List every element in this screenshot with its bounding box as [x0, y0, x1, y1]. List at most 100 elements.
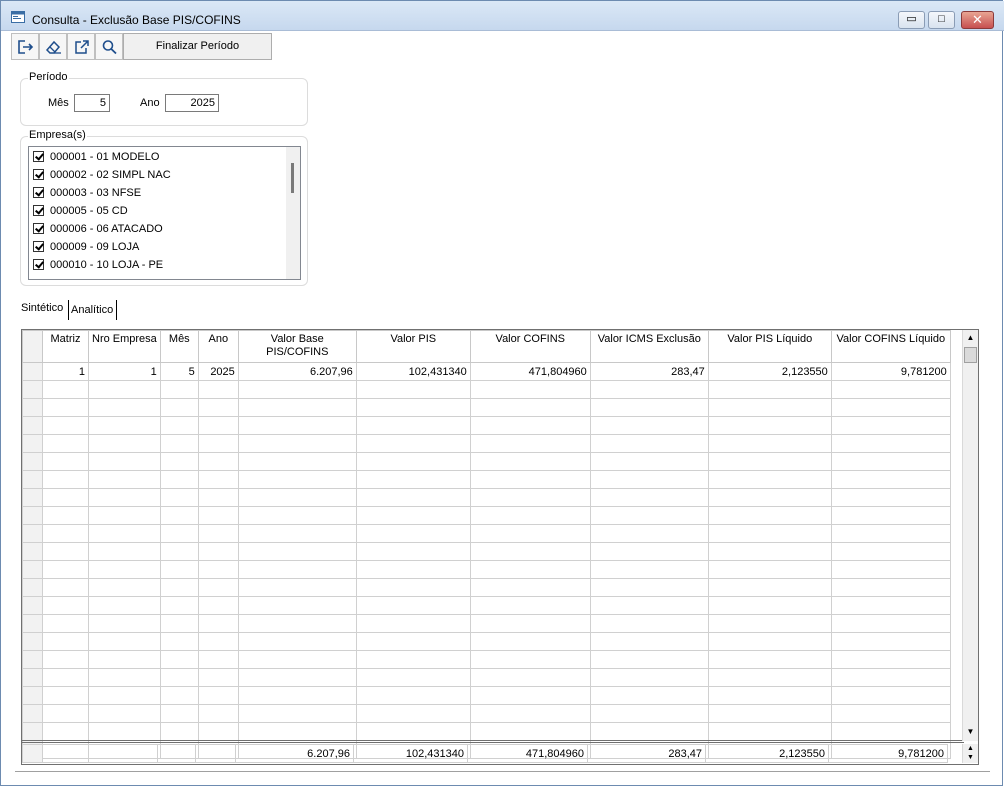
cell-valor-cofins[interactable]: 471,804960 — [469, 362, 591, 381]
scroll-up-icon[interactable]: ▲ — [963, 330, 978, 346]
cell-valor-cofins-liquido[interactable]: 9,781200 — [830, 362, 951, 381]
checkbox-checked-icon[interactable] — [33, 222, 44, 234]
empty-cell — [88, 380, 161, 399]
cell-valor-pis-liquido[interactable]: 2,123550 — [707, 362, 832, 381]
list-item[interactable]: 000009 - 09 LOJA — [33, 238, 139, 256]
exit-button[interactable] — [11, 33, 39, 60]
cell-valor-base[interactable]: 6.207,96 — [237, 362, 357, 381]
empty-cell — [355, 722, 471, 741]
empty-cell — [42, 524, 89, 543]
empty-cell — [707, 380, 832, 399]
checkbox-checked-icon[interactable] — [33, 168, 44, 180]
empty-row — [22, 416, 951, 435]
spin-down-icon[interactable]: ▼ — [963, 753, 978, 762]
empty-cell — [469, 398, 591, 417]
list-scrollbar[interactable] — [286, 147, 300, 279]
totals-spinner[interactable]: ▲ ▼ — [962, 744, 978, 763]
maximize-button[interactable]: □ — [928, 11, 955, 29]
cell-matriz[interactable]: 1 — [42, 362, 89, 381]
finalize-period-button[interactable]: Finalizar Período — [123, 33, 272, 60]
ano-field[interactable]: 2025 — [165, 94, 219, 112]
empty-cell — [237, 560, 357, 579]
header-valor-cofins-liquido[interactable]: Valor COFINS Líquido — [830, 330, 951, 363]
clear-button[interactable] — [39, 33, 67, 60]
checkbox-checked-icon[interactable] — [33, 186, 44, 198]
empty-cell — [159, 470, 199, 489]
empty-cell — [42, 470, 89, 489]
empty-row — [22, 560, 951, 579]
list-item[interactable]: 000003 - 03 NFSE — [33, 184, 141, 202]
header-mes[interactable]: Mês — [159, 330, 199, 363]
row-indicator[interactable] — [22, 362, 43, 381]
spin-up-icon[interactable]: ▲ — [963, 744, 978, 753]
tab-analitico[interactable]: Analítico — [68, 300, 117, 320]
empty-cell — [707, 398, 832, 417]
empty-cell — [830, 614, 951, 633]
header-nro-empresa[interactable]: Nro Empresa — [88, 330, 161, 363]
empty-cell — [830, 704, 951, 723]
table-row[interactable]: 1 1 5 2025 6.207,96 102,431340 471,80496… — [22, 362, 951, 381]
total-valor-cofins-liquido: 9,781200 — [828, 744, 948, 763]
list-item[interactable]: 000001 - 01 MODELO — [33, 148, 159, 166]
empty-cell — [355, 434, 471, 453]
total-valor-pis-liquido: 2,123550 — [705, 744, 829, 763]
empty-cell — [237, 614, 357, 633]
header-valor-pis-liquido[interactable]: Valor PIS Líquido — [707, 330, 832, 363]
header-valor-pis[interactable]: Valor PIS — [355, 330, 471, 363]
empty-cell — [707, 578, 832, 597]
empty-cell — [469, 632, 591, 651]
empty-cell — [159, 704, 199, 723]
empty-cell — [237, 704, 357, 723]
scroll-thumb[interactable] — [964, 347, 977, 363]
list-item-label: 000001 - 01 MODELO — [50, 151, 160, 163]
header-valor-icms-exclusao[interactable]: Valor ICMS Exclusão — [589, 330, 709, 363]
export-button[interactable] — [67, 33, 95, 60]
empty-cell — [589, 452, 709, 471]
checkbox-checked-icon[interactable] — [33, 150, 44, 162]
cell-nro-empresa[interactable]: 1 — [88, 362, 161, 381]
search-button[interactable] — [95, 33, 123, 60]
empty-cell — [469, 542, 591, 561]
row-indicator — [22, 722, 43, 741]
empty-cell — [88, 488, 161, 507]
results-grid[interactable]: Matriz Nro Empresa Mês Ano Valor Base PI… — [21, 329, 979, 765]
checkbox-checked-icon[interactable] — [33, 258, 44, 270]
header-valor-base[interactable]: Valor Base PIS/COFINS — [237, 330, 357, 363]
empty-cell — [830, 434, 951, 453]
row-indicator — [22, 452, 43, 471]
cell-valor-icms-exclusao[interactable]: 283,47 — [589, 362, 709, 381]
row-indicator — [22, 380, 43, 399]
empty-cell — [237, 578, 357, 597]
checkbox-checked-icon[interactable] — [33, 204, 44, 216]
header-ano[interactable]: Ano — [197, 330, 239, 363]
list-item[interactable]: 000010 - 10 LOJA - PE — [33, 256, 163, 274]
empty-cell — [237, 398, 357, 417]
scroll-down-icon[interactable]: ▼ — [963, 724, 978, 740]
list-item[interactable]: 000005 - 05 CD — [33, 202, 128, 220]
tab-sintetico[interactable]: Sintético — [21, 298, 67, 320]
empty-cell — [237, 668, 357, 687]
empty-cell — [42, 596, 89, 615]
checkbox-checked-icon[interactable] — [33, 240, 44, 252]
row-indicator — [22, 416, 43, 435]
header-matriz[interactable]: Matriz — [42, 330, 89, 363]
cell-mes[interactable]: 5 — [159, 362, 199, 381]
list-item[interactable]: 000006 - 06 ATACADO — [33, 220, 163, 238]
empty-cell — [88, 434, 161, 453]
empty-cell — [469, 686, 591, 705]
scroll-thumb[interactable] — [291, 163, 294, 193]
title-bar: Consulta - Exclusão Base PIS/COFINS ▭ □ … — [1, 1, 1004, 31]
empty-cell — [237, 452, 357, 471]
window-title: Consulta - Exclusão Base PIS/COFINS — [32, 13, 241, 27]
cell-valor-pis[interactable]: 102,431340 — [355, 362, 471, 381]
mes-field[interactable]: 5 — [74, 94, 110, 112]
empty-cell — [197, 470, 239, 489]
minimize-button[interactable]: ▭ — [898, 11, 925, 29]
header-valor-cofins[interactable]: Valor COFINS — [469, 330, 591, 363]
close-button[interactable]: ✕ — [961, 11, 994, 29]
empresas-list[interactable]: 000001 - 01 MODELO 000002 - 02 SIMPL NAC… — [28, 146, 301, 280]
empty-cell — [159, 380, 199, 399]
grid-scrollbar[interactable]: ▲ ▼ — [962, 330, 978, 741]
cell-ano[interactable]: 2025 — [197, 362, 239, 381]
list-item[interactable]: 000002 - 02 SIMPL NAC — [33, 166, 171, 184]
